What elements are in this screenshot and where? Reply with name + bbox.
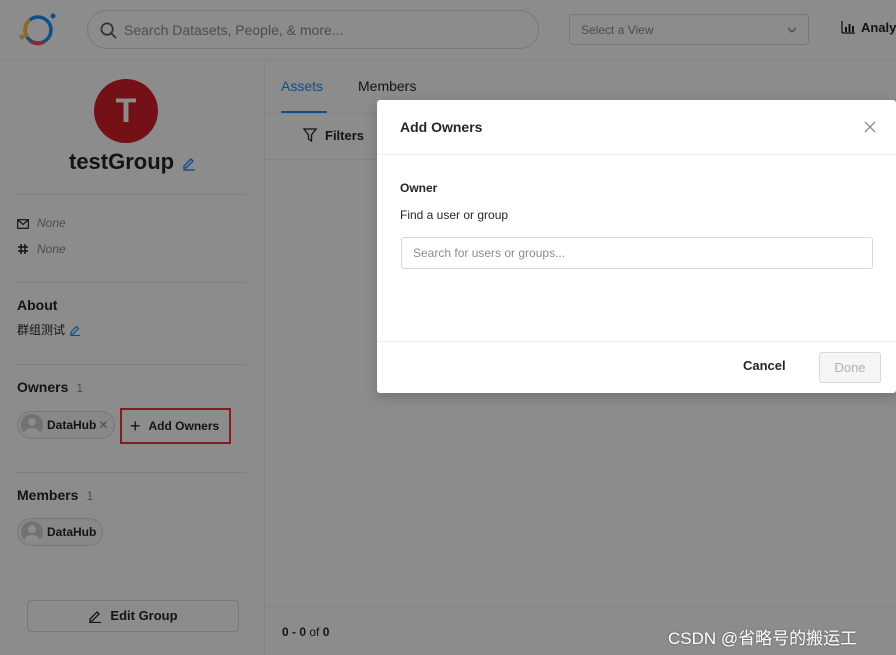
find-user-label: Find a user or group [400, 208, 509, 222]
watermark: CSDN @省略号的搬运工 [668, 629, 858, 648]
owner-search-input[interactable] [401, 237, 873, 269]
close-icon[interactable] [862, 119, 878, 135]
done-button[interactable]: Done [819, 352, 881, 383]
divider [377, 154, 896, 155]
add-owners-modal: Add Owners Owner Find a user or group Ca… [377, 100, 896, 393]
divider [377, 341, 896, 342]
owner-field-label: Owner [400, 181, 438, 195]
modal-title: Add Owners [400, 119, 483, 135]
cancel-button[interactable]: Cancel [743, 358, 786, 373]
